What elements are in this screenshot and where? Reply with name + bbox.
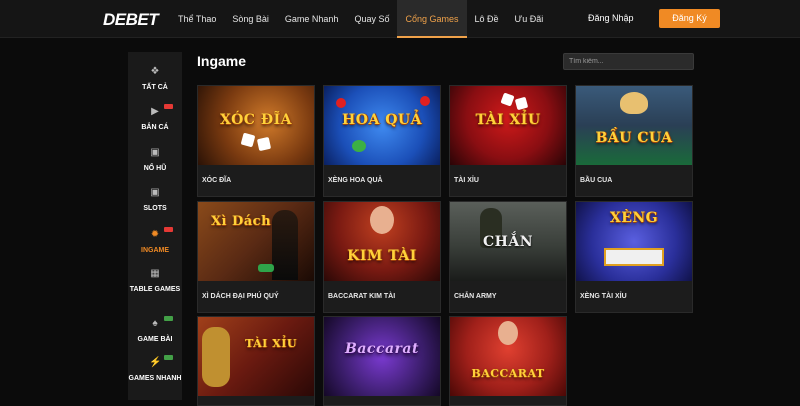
game-name: XÓC ĐĨA xyxy=(202,177,232,184)
game-card[interactable]: Xì Dách XÌ DÁCH ĐẠI PHÚ QUÝ xyxy=(197,201,315,313)
dragon-figure xyxy=(202,327,230,387)
sidebar-item-tat-ca[interactable]: ❖ TẤT CẢ xyxy=(128,66,182,92)
game-card[interactable]: Baccarat xyxy=(323,316,441,406)
game-thumbnail: XÓC ĐĨA xyxy=(198,86,314,165)
game-thumbnail: KIM TÀI xyxy=(324,202,440,281)
game-card[interactable]: XÈNG XÈNG TÀI XỈU xyxy=(575,201,693,313)
game-card[interactable]: XÓC ĐĨA XÓC ĐĨA xyxy=(197,85,315,197)
game-thumbnail: TÀI XỈU xyxy=(198,317,314,396)
new-badge xyxy=(164,316,173,321)
nav-lo-de[interactable]: Lô Đề xyxy=(467,0,507,38)
nav-game-nhanh[interactable]: Game Nhanh xyxy=(277,0,347,38)
game-thumbnail: BẦU CUA xyxy=(576,86,692,165)
game-card[interactable]: KIM TÀI BACCARAT KIM TÀI xyxy=(323,201,441,313)
category-sidebar: ❖ TẤT CẢ ▶ BẮN CÁ ▣ NỔ HŨ ▣ SLOTS ✹ INGA… xyxy=(128,52,182,400)
game-card[interactable]: TÀI XỈU TÀI XỈU xyxy=(449,85,567,197)
main-nav: Thể Thao Sòng Bài Game Nhanh Quay Số Cổn… xyxy=(170,0,551,38)
thumbnail-title: Xì Dách xyxy=(210,214,272,229)
hot-badge xyxy=(164,104,173,109)
thumbnail-title: BACCARAT xyxy=(471,367,545,380)
page-title: Ingame xyxy=(197,53,247,69)
sidebar-item-slots[interactable]: ▣ SLOTS xyxy=(128,187,182,213)
sidebar-item-table-games[interactable]: ▦ TABLE GAMES xyxy=(128,268,182,294)
new-badge xyxy=(164,355,173,360)
hot-badge xyxy=(164,227,173,232)
dice-icon xyxy=(256,136,272,152)
game-thumbnail: HOA QUẢ xyxy=(324,86,440,165)
game-name: BẦU CUA xyxy=(580,177,613,184)
register-button[interactable]: Đăng Ký xyxy=(659,9,720,28)
thumbnail-title: TÀI XỈU xyxy=(245,337,297,350)
game-name: XÈNG HOA QUẢ xyxy=(328,177,383,184)
game-thumbnail: Xì Dách xyxy=(198,202,314,281)
nav-cong-games[interactable]: Cổng Games xyxy=(397,0,467,38)
gourd-icon xyxy=(620,92,648,114)
game-name: XÌ DÁCH ĐẠI PHÚ QUÝ xyxy=(202,293,279,300)
fruit-icon xyxy=(352,140,366,152)
game-name: CHẮN ARMY xyxy=(454,293,497,300)
slot-reels xyxy=(604,248,664,266)
sidebar-item-games-nhanh[interactable]: ⚡ GAMES NHANH xyxy=(128,355,182,383)
game-card[interactable]: BẦU CUA BẦU CUA xyxy=(575,85,693,197)
search-input[interactable] xyxy=(563,53,694,70)
lightning-icon: ⚡ xyxy=(149,357,162,368)
nav-uu-dai[interactable]: Ưu Đãi xyxy=(507,0,552,38)
cards-icon: ♠ xyxy=(152,318,158,329)
character-figure xyxy=(370,206,394,234)
game-thumbnail: XÈNG xyxy=(576,202,692,281)
site-logo[interactable]: DEBET xyxy=(103,10,159,30)
game-thumbnail: CHẮN xyxy=(450,202,566,281)
game-thumbnail: BACCARAT xyxy=(450,317,566,396)
sidebar-item-no-hu[interactable]: ▣ NỔ HŨ xyxy=(128,147,182,173)
thumbnail-title: HOA QUẢ xyxy=(342,112,422,128)
nav-the-thao[interactable]: Thể Thao xyxy=(170,0,224,38)
thumbnail-title: CHẮN xyxy=(482,234,534,250)
cherry-icon xyxy=(420,96,430,106)
sidebar-item-ingame[interactable]: ✹ INGAME xyxy=(128,227,182,255)
thumbnail-title: BẦU CUA xyxy=(595,130,673,146)
thumbnail-title: KIM TÀI xyxy=(347,248,417,264)
game-name: XÈNG TÀI XỈU xyxy=(580,293,627,300)
game-card[interactable]: BACCARAT xyxy=(449,316,567,406)
thumbnail-title: XÓC ĐĨA xyxy=(220,112,292,128)
dice-icon xyxy=(514,96,529,111)
dice-icon xyxy=(500,92,515,107)
jackpot-icon: ▣ xyxy=(150,147,160,158)
login-button[interactable]: Đăng Nhập xyxy=(588,13,634,23)
dice-icon xyxy=(240,132,256,148)
game-card[interactable]: CHẮN CHẮN ARMY xyxy=(449,201,567,313)
fish-icon: ▶ xyxy=(151,106,159,117)
cherry-icon xyxy=(336,98,346,108)
game-thumbnail: TÀI XỈU xyxy=(450,86,566,165)
game-card[interactable]: TÀI XỈU xyxy=(197,316,315,406)
thumbnail-title: TÀI XỈU xyxy=(475,112,541,128)
chip-icon: ✹ xyxy=(150,229,160,240)
game-card[interactable]: HOA QUẢ XÈNG HOA QUẢ xyxy=(323,85,441,197)
table-icon: ▦ xyxy=(150,268,160,279)
nav-quay-so[interactable]: Quay Số xyxy=(346,0,397,38)
sidebar-item-game-bai[interactable]: ♠ GAME BÀI xyxy=(128,316,182,344)
game-thumbnail: Baccarat xyxy=(324,317,440,396)
grid-icon: ❖ xyxy=(150,66,160,77)
slot-machine-icon: ▣ xyxy=(150,187,160,198)
sidebar-item-ban-ca[interactable]: ▶ BẮN CÁ xyxy=(128,104,182,132)
game-name: TÀI XỈU xyxy=(454,177,479,184)
chips-icon xyxy=(258,264,274,272)
character-figure xyxy=(498,321,518,345)
thumbnail-title: XÈNG xyxy=(609,210,659,226)
nav-song-bai[interactable]: Sòng Bài xyxy=(224,0,277,38)
thumbnail-title: Baccarat xyxy=(345,341,419,357)
game-name: BACCARAT KIM TÀI xyxy=(328,293,396,300)
top-navigation-bar: DEBET Thể Thao Sòng Bài Game Nhanh Quay … xyxy=(0,0,800,38)
